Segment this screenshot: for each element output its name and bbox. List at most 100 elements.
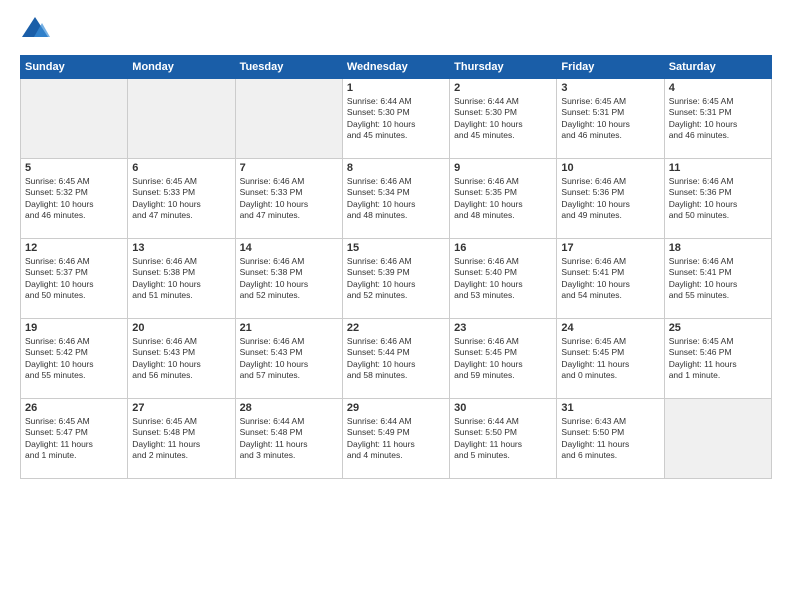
cell-text: Daylight: 10 hours xyxy=(240,359,338,370)
day-header-wednesday: Wednesday xyxy=(342,56,449,79)
cell-text: Daylight: 10 hours xyxy=(25,359,123,370)
cell-text: Sunset: 5:42 PM xyxy=(25,347,123,358)
day-number: 25 xyxy=(669,322,767,334)
calendar-cell: 7Sunrise: 6:46 AMSunset: 5:33 PMDaylight… xyxy=(235,159,342,239)
cell-text: Daylight: 10 hours xyxy=(454,199,552,210)
week-row-4: 26Sunrise: 6:45 AMSunset: 5:47 PMDayligh… xyxy=(21,399,772,479)
cell-text: Sunrise: 6:44 AM xyxy=(240,416,338,427)
cell-text: Daylight: 11 hours xyxy=(132,439,230,450)
cell-text: Daylight: 10 hours xyxy=(669,119,767,130)
day-number: 16 xyxy=(454,242,552,254)
cell-text: Sunrise: 6:46 AM xyxy=(25,256,123,267)
cell-text: Sunset: 5:45 PM xyxy=(454,347,552,358)
cell-text: Sunset: 5:30 PM xyxy=(454,107,552,118)
day-number: 9 xyxy=(454,162,552,174)
day-number: 2 xyxy=(454,82,552,94)
cell-text: Sunset: 5:38 PM xyxy=(240,267,338,278)
calendar-cell: 25Sunrise: 6:45 AMSunset: 5:46 PMDayligh… xyxy=(664,319,771,399)
calendar-cell: 6Sunrise: 6:45 AMSunset: 5:33 PMDaylight… xyxy=(128,159,235,239)
cell-text: and 47 minutes. xyxy=(240,210,338,221)
cell-text: Sunrise: 6:45 AM xyxy=(25,176,123,187)
cell-text: and 1 minute. xyxy=(25,450,123,461)
calendar-cell: 3Sunrise: 6:45 AMSunset: 5:31 PMDaylight… xyxy=(557,79,664,159)
day-number: 10 xyxy=(561,162,659,174)
cell-text: Daylight: 10 hours xyxy=(347,279,445,290)
cell-text: and 5 minutes. xyxy=(454,450,552,461)
day-number: 29 xyxy=(347,402,445,414)
cell-text: and 52 minutes. xyxy=(240,290,338,301)
day-number: 6 xyxy=(132,162,230,174)
cell-text: Sunset: 5:48 PM xyxy=(132,427,230,438)
cell-text: Daylight: 10 hours xyxy=(240,279,338,290)
day-number: 22 xyxy=(347,322,445,334)
cell-text: Daylight: 10 hours xyxy=(561,119,659,130)
day-number: 13 xyxy=(132,242,230,254)
cell-text: Sunset: 5:32 PM xyxy=(25,187,123,198)
day-number: 24 xyxy=(561,322,659,334)
calendar-cell: 5Sunrise: 6:45 AMSunset: 5:32 PMDaylight… xyxy=(21,159,128,239)
cell-text: and 47 minutes. xyxy=(132,210,230,221)
calendar-cell: 8Sunrise: 6:46 AMSunset: 5:34 PMDaylight… xyxy=(342,159,449,239)
page: SundayMondayTuesdayWednesdayThursdayFrid… xyxy=(0,0,792,612)
calendar-cell: 13Sunrise: 6:46 AMSunset: 5:38 PMDayligh… xyxy=(128,239,235,319)
cell-text: Daylight: 10 hours xyxy=(132,199,230,210)
cell-text: Sunset: 5:38 PM xyxy=(132,267,230,278)
cell-text: and 6 minutes. xyxy=(561,450,659,461)
calendar-cell: 10 Sunrise: 6:46 AMSunset: 5:36 PMDayligh… xyxy=(557,159,664,239)
day-header-friday: Friday xyxy=(557,56,664,79)
cell-text: and 56 minutes. xyxy=(132,370,230,381)
cell-text: and 54 minutes. xyxy=(561,290,659,301)
cell-text: Sunset: 5:33 PM xyxy=(240,187,338,198)
cell-text: Sunrise: 6:46 AM xyxy=(25,336,123,347)
cell-text: and 51 minutes. xyxy=(132,290,230,301)
cell-text: Daylight: 10 hours xyxy=(561,199,659,210)
calendar-cell xyxy=(128,79,235,159)
cell-text: Sunset: 5:50 PM xyxy=(454,427,552,438)
cell-text: and 50 minutes. xyxy=(669,210,767,221)
cell-text: Sunrise: 6:45 AM xyxy=(561,336,659,347)
cell-text: Sunrise: 6:46 AM xyxy=(454,176,552,187)
cell-text: Sunset: 5:37 PM xyxy=(25,267,123,278)
cell-text: Daylight: 10 hours xyxy=(669,279,767,290)
cell-text: Sunrise: 6:46 AM xyxy=(561,256,659,267)
calendar-cell xyxy=(21,79,128,159)
cell-text: Daylight: 10 hours xyxy=(132,359,230,370)
week-row-0: 1Sunrise: 6:44 AMSunset: 5:30 PMDaylight… xyxy=(21,79,772,159)
cell-text: and 59 minutes. xyxy=(454,370,552,381)
cell-text: Sunset: 5:49 PM xyxy=(347,427,445,438)
day-header-monday: Monday xyxy=(128,56,235,79)
day-header-sunday: Sunday xyxy=(21,56,128,79)
cell-text: Daylight: 10 hours xyxy=(25,199,123,210)
calendar-cell: 21Sunrise: 6:46 AMSunset: 5:43 PMDayligh… xyxy=(235,319,342,399)
cell-text: Sunset: 5:46 PM xyxy=(669,347,767,358)
day-number: 8 xyxy=(347,162,445,174)
cell-text: Daylight: 11 hours xyxy=(561,439,659,450)
cell-text: Sunset: 5:34 PM xyxy=(347,187,445,198)
calendar-cell: 22Sunrise: 6:46 AMSunset: 5:44 PMDayligh… xyxy=(342,319,449,399)
calendar-cell: 20Sunrise: 6:46 AMSunset: 5:43 PMDayligh… xyxy=(128,319,235,399)
day-header-saturday: Saturday xyxy=(664,56,771,79)
calendar-cell: 26Sunrise: 6:45 AMSunset: 5:47 PMDayligh… xyxy=(21,399,128,479)
cell-text: Sunset: 5:40 PM xyxy=(454,267,552,278)
day-header-tuesday: Tuesday xyxy=(235,56,342,79)
calendar-cell: 4Sunrise: 6:45 AMSunset: 5:31 PMDaylight… xyxy=(664,79,771,159)
calendar-cell xyxy=(235,79,342,159)
day-number: 28 xyxy=(240,402,338,414)
calendar-cell: 15Sunrise: 6:46 AMSunset: 5:39 PMDayligh… xyxy=(342,239,449,319)
cell-text: Sunrise: 6:46 AM xyxy=(561,176,659,187)
cell-text: and 52 minutes. xyxy=(347,290,445,301)
cell-text: Sunset: 5:36 PM xyxy=(561,187,659,198)
calendar-cell xyxy=(664,399,771,479)
calendar-cell: 16Sunrise: 6:46 AMSunset: 5:40 PMDayligh… xyxy=(450,239,557,319)
cell-text: and 50 minutes. xyxy=(25,290,123,301)
cell-text: Sunrise: 6:46 AM xyxy=(132,256,230,267)
cell-text: and 46 minutes. xyxy=(561,130,659,141)
cell-text: Sunset: 5:48 PM xyxy=(240,427,338,438)
cell-text: Sunset: 5:50 PM xyxy=(561,427,659,438)
cell-text: Daylight: 11 hours xyxy=(25,439,123,450)
cell-text: Daylight: 10 hours xyxy=(454,359,552,370)
calendar-body: 1Sunrise: 6:44 AMSunset: 5:30 PMDaylight… xyxy=(21,79,772,479)
calendar-cell: 30Sunrise: 6:44 AMSunset: 5:50 PMDayligh… xyxy=(450,399,557,479)
header xyxy=(20,15,772,45)
cell-text: Sunrise: 6:46 AM xyxy=(669,256,767,267)
